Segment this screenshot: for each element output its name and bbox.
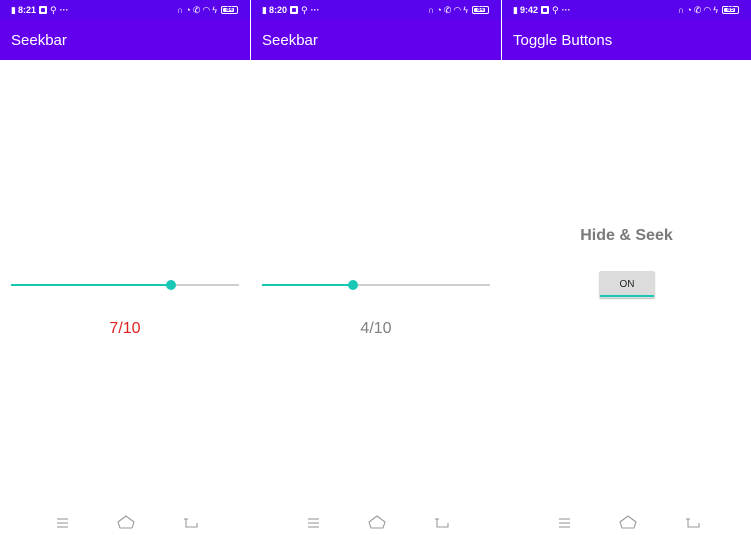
toggle-state-label: ON — [619, 279, 635, 290]
call-icon: ✆ — [192, 5, 201, 15]
call-icon: ✆ — [443, 5, 452, 15]
usb-icon: ⚲ — [49, 5, 57, 15]
more-icon: ··· — [310, 5, 320, 15]
phone-screen-toggle-buttons: ▮ 9:42 ⚲ ··· ∩ ◔ ✆ ◠ ϟ 85 Toggle Buttons… — [502, 0, 751, 535]
app-bar: Seekbar — [0, 20, 250, 60]
wifi-icon: ◠ — [202, 5, 211, 15]
status-right-group: ∩ ◔ ✆ ◠ ϟ 84 — [177, 4, 238, 16]
app-title: Seekbar — [11, 32, 67, 49]
phone-screen-seekbar-1: ▮ 8:21 ⚲ ··· ∩ ◔ ✆ ◠ ϟ 84 Seekbar 7/10 — [0, 0, 250, 535]
back-icon — [184, 518, 198, 528]
status-bar: ▮ 8:21 ⚲ ··· ∩ ◔ ✆ ◠ ϟ 84 — [0, 0, 250, 20]
status-left-group: ▮ 9:42 ⚲ ··· — [513, 4, 571, 16]
status-right-group: ∩ ◔ ✆ ◠ ϟ 84 — [428, 4, 489, 16]
battery-icon: 85 — [722, 6, 739, 14]
status-right-group: ∩ ◔ ✆ ◠ ϟ 85 — [678, 4, 739, 16]
notification-icon — [540, 6, 549, 14]
seekbar-thumb[interactable] — [166, 280, 176, 290]
status-time: 9:42 — [519, 5, 538, 15]
seekbar[interactable] — [11, 278, 239, 292]
usb-icon: ⚲ — [300, 5, 308, 15]
home-icon — [117, 515, 135, 529]
notification-icon — [38, 6, 47, 14]
hide-and-seek-label: Hide & Seek — [580, 227, 673, 244]
battery-icon: 84 — [221, 6, 238, 14]
battery-level: 84 — [477, 7, 484, 13]
status-bar: ▮ 9:42 ⚲ ··· ∩ ◔ ✆ ◠ ϟ 85 — [502, 0, 751, 20]
menu-button[interactable] — [47, 508, 77, 535]
seekbar-progress — [262, 284, 353, 286]
headphones-icon: ∩ — [176, 5, 184, 15]
seekbar-thumb[interactable] — [348, 280, 358, 290]
notification-icon — [289, 6, 298, 14]
home-icon — [619, 515, 637, 529]
call-icon: ✆ — [693, 5, 702, 15]
back-button[interactable] — [678, 508, 708, 535]
wifi-icon: ◠ — [453, 5, 462, 15]
battery-level: 85 — [727, 7, 734, 13]
status-time: 8:21 — [17, 5, 36, 15]
menu-icon — [308, 518, 319, 528]
toggle-button[interactable]: ON — [599, 271, 655, 298]
status-left-group: ▮ 8:21 ⚲ ··· — [11, 4, 69, 16]
toggle-on-indicator — [600, 295, 654, 297]
usb-icon: ⚲ — [551, 5, 559, 15]
more-icon: ··· — [561, 5, 571, 15]
menu-icon — [57, 518, 68, 528]
alarm-icon: ◔ — [185, 5, 191, 15]
back-icon — [435, 518, 449, 528]
home-icon — [368, 515, 386, 529]
app-title: Toggle Buttons — [513, 32, 613, 49]
headphones-icon: ∩ — [427, 5, 435, 15]
home-button[interactable] — [111, 508, 141, 535]
app-bar: Seekbar — [251, 20, 501, 60]
signal-icon: ▮ — [513, 5, 518, 15]
seekbar-value-label: 4/10 — [360, 320, 392, 337]
signal-icon: ▮ — [262, 5, 267, 15]
signal-icon: ▮ — [11, 5, 16, 15]
status-left-group: ▮ 8:20 ⚲ ··· — [262, 4, 320, 16]
charging-icon: ϟ — [713, 5, 718, 15]
alarm-icon: ◔ — [436, 5, 442, 15]
navigation-bar — [502, 508, 751, 535]
wifi-icon: ◠ — [703, 5, 712, 15]
charging-icon: ϟ — [212, 5, 217, 15]
back-button[interactable] — [427, 508, 457, 535]
status-time: 8:20 — [268, 5, 287, 15]
charging-icon: ϟ — [463, 5, 468, 15]
back-button[interactable] — [176, 508, 206, 535]
battery-level: 84 — [226, 7, 233, 13]
navigation-bar — [0, 508, 250, 535]
alarm-icon: ◔ — [686, 5, 692, 15]
menu-icon — [559, 518, 570, 528]
home-button[interactable] — [362, 508, 392, 535]
headphones-icon: ∩ — [677, 5, 685, 15]
navigation-bar — [251, 508, 501, 535]
seekbar-progress — [11, 284, 171, 286]
app-bar: Toggle Buttons — [502, 20, 751, 60]
battery-icon: 84 — [472, 6, 489, 14]
back-icon — [686, 518, 700, 528]
phone-screen-seekbar-2: ▮ 8:20 ⚲ ··· ∩ ◔ ✆ ◠ ϟ 84 Seekbar 4/10 — [251, 0, 501, 535]
menu-button[interactable] — [298, 508, 328, 535]
menu-button[interactable] — [549, 508, 579, 535]
seekbar-value-label: 7/10 — [109, 320, 141, 337]
more-icon: ··· — [59, 5, 69, 15]
home-button[interactable] — [613, 508, 643, 535]
seekbar[interactable] — [262, 278, 490, 292]
app-title: Seekbar — [262, 32, 318, 49]
status-bar: ▮ 8:20 ⚲ ··· ∩ ◔ ✆ ◠ ϟ 84 — [251, 0, 501, 20]
